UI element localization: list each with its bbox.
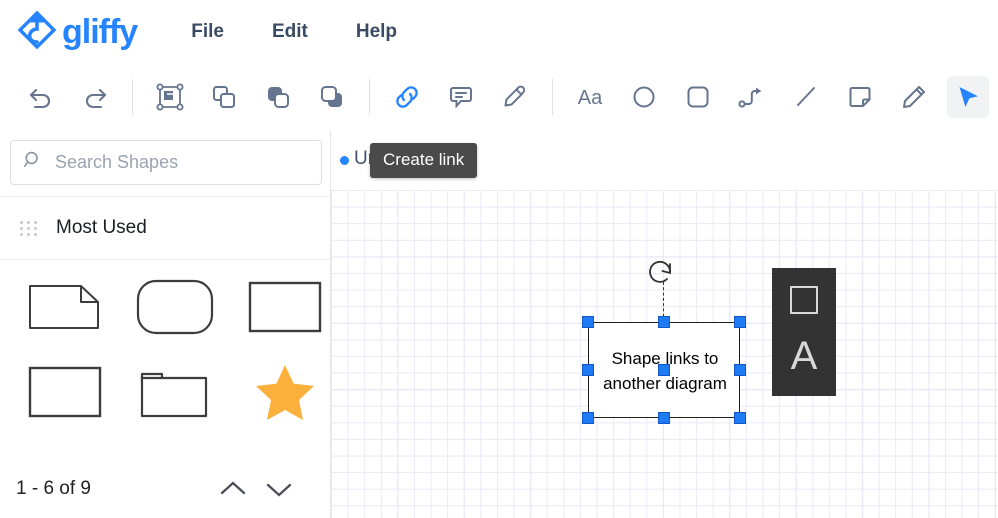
pencil-tool-button[interactable] (893, 76, 935, 118)
pointer-icon (954, 83, 982, 111)
text-glyph-icon: A (790, 334, 818, 378)
group-select-icon (156, 83, 184, 111)
comment-button[interactable] (440, 76, 482, 118)
comment-icon (447, 83, 475, 111)
pager-label: 1 - 6 of 9 (16, 478, 91, 499)
shape-pager: 1 - 6 of 9 (0, 460, 330, 518)
shapes-sidebar: Most Used (0, 130, 331, 518)
line-tool-button[interactable] (785, 76, 827, 118)
shape-star[interactable] (235, 356, 335, 428)
shape-document[interactable] (15, 271, 115, 343)
redo-icon (81, 83, 109, 111)
duplicate-icon (210, 83, 238, 111)
eyedropper-button[interactable] (494, 76, 536, 118)
resize-handle-e[interactable] (734, 364, 746, 376)
menu-edit[interactable]: Edit (262, 15, 318, 49)
brand-name: gliffy (62, 13, 138, 51)
duplicate-button[interactable] (203, 76, 245, 118)
resize-handle-ne[interactable] (734, 316, 746, 328)
menu-bar: gliffy File Edit Help (0, 0, 998, 64)
text-icon: Aa (575, 83, 605, 111)
connector-icon (737, 83, 767, 111)
bring-to-front-button[interactable] (257, 76, 299, 118)
menu-help[interactable]: Help (346, 15, 407, 49)
resize-handle-nw[interactable] (582, 316, 594, 328)
gliffy-app: gliffy File Edit Help Aa Search Shapes M… (0, 0, 998, 518)
resize-handle-w[interactable] (582, 364, 594, 376)
toolbar-separator-2 (369, 79, 370, 115)
shape-rectangle[interactable] (235, 271, 335, 343)
next-page-button[interactable] (256, 469, 302, 509)
most-used-section-header[interactable]: Most Used (0, 196, 330, 260)
pencil-icon (900, 83, 928, 111)
shape-rounded-rectangle[interactable] (125, 271, 225, 343)
search-icon (23, 150, 43, 175)
drag-grip-icon (20, 220, 38, 236)
redo-button[interactable] (74, 76, 116, 118)
resize-handle-s[interactable] (658, 412, 670, 424)
undo-icon (27, 83, 55, 111)
shape-rectangle-2[interactable] (15, 356, 115, 428)
create-link-button[interactable] (386, 76, 428, 118)
eyedropper-icon (501, 83, 529, 111)
resize-handle-n[interactable] (658, 316, 670, 328)
toolbar-separator-1 (132, 79, 133, 115)
bring-to-front-icon (264, 83, 292, 111)
pager-buttons (210, 469, 302, 509)
search-shapes-field[interactable] (10, 140, 322, 185)
text-tool-button[interactable]: Aa (569, 76, 611, 118)
rounded-rect-icon (684, 83, 712, 111)
sticky-note-icon (846, 83, 874, 111)
connector-tool-button[interactable] (731, 76, 773, 118)
toolbar: Aa (0, 64, 998, 131)
shape-square-icon (790, 286, 818, 314)
shape-palette (0, 264, 330, 454)
rounded-rect-tool-button[interactable] (677, 76, 719, 118)
svg-text:Aa: Aa (578, 87, 603, 109)
send-to-back-icon (318, 83, 346, 111)
toolbar-separator-3 (552, 79, 553, 115)
menu-items: File Edit Help (181, 15, 435, 49)
search-input[interactable] (53, 151, 287, 174)
ellipse-tool-button[interactable] (623, 76, 665, 118)
line-icon (792, 83, 820, 111)
undo-button[interactable] (20, 76, 62, 118)
section-title: Most Used (56, 217, 147, 238)
resize-handle-se[interactable] (734, 412, 746, 424)
app-logo[interactable]: gliffy (14, 9, 138, 55)
menu-file[interactable]: File (181, 15, 234, 49)
link-preview-panel[interactable]: A (772, 268, 836, 396)
gliffy-logo-icon (14, 9, 60, 55)
shape-folder[interactable] (125, 356, 225, 428)
group-select-button[interactable] (149, 76, 191, 118)
pointer-tool-button[interactable] (947, 76, 989, 118)
link-icon (393, 83, 421, 111)
send-to-back-button[interactable] (311, 76, 353, 118)
resize-handle-sw[interactable] (582, 412, 594, 424)
sticky-note-tool-button[interactable] (839, 76, 881, 118)
prev-page-button[interactable] (210, 469, 256, 509)
document-bullet-icon (340, 156, 349, 165)
ellipse-icon (630, 83, 658, 111)
center-anchor-handle[interactable] (658, 364, 670, 376)
create-link-tooltip: Create link (370, 143, 478, 178)
diagram-canvas[interactable]: Shape links to another diagram A (331, 190, 998, 518)
